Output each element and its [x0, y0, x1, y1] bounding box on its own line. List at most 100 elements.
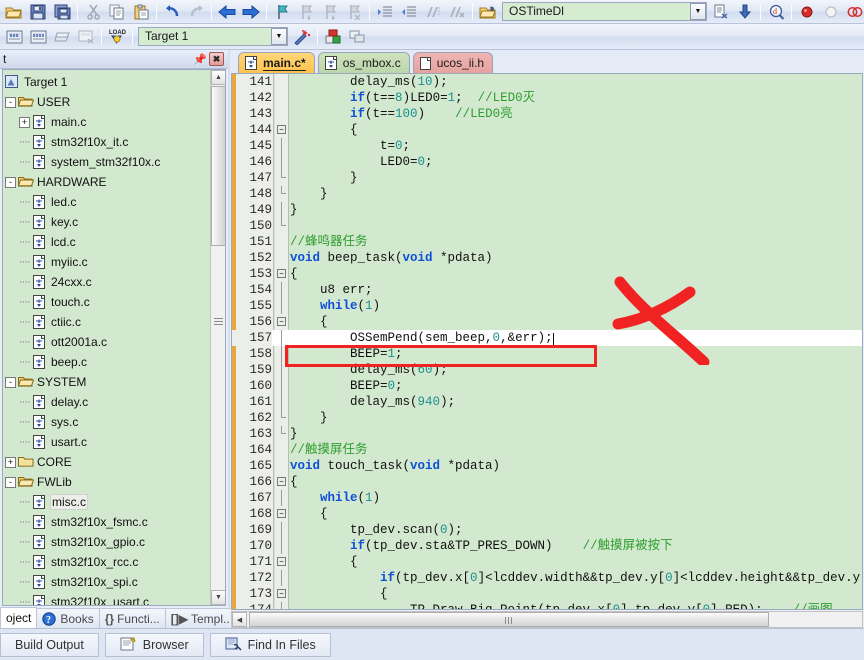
- tree-expander-plus-icon[interactable]: +: [19, 116, 30, 128]
- scroll-down-arrow-icon[interactable]: ▼: [211, 590, 225, 605]
- code-line-152[interactable]: 152 void beep_task(void *pdata): [232, 250, 862, 266]
- code-line-156[interactable]: 156− {: [232, 314, 862, 330]
- function-combo[interactable]: OSTimeDl ▼: [502, 2, 707, 21]
- code-line-167[interactable]: 167 while(1): [232, 490, 862, 506]
- code-line-172[interactable]: 172 if(tp_dev.x[0]<lcddev.width&&tp_dev.…: [232, 570, 862, 586]
- code-line-164[interactable]: 164 //触摸屏任务: [232, 442, 862, 458]
- code-line-157[interactable]: 157 OSSemPend(sem_beep,0,&err);: [232, 330, 862, 346]
- bookmark-toggle-icon[interactable]: [271, 1, 293, 22]
- indent-icon[interactable]: [374, 1, 396, 22]
- uncomment-icon[interactable]: [446, 1, 468, 22]
- fold-collapse-icon[interactable]: −: [277, 477, 286, 486]
- tab-browser[interactable]: Browser: [104, 632, 204, 657]
- scroll-thumb[interactable]: [211, 86, 225, 246]
- tree-item-sys-c[interactable]: ···· sys.c: [3, 412, 210, 432]
- code-line-153[interactable]: 153−{: [232, 266, 862, 282]
- tree-item-ctiic-c[interactable]: ···· ctiic.c: [3, 312, 210, 332]
- editor-tab-main-c[interactable]: main.c*: [238, 52, 315, 73]
- target-combo[interactable]: Target 1 ▼: [138, 27, 288, 46]
- editor-tab-os-mbox-c[interactable]: os_mbox.c: [317, 52, 410, 73]
- tree-item-misc-c[interactable]: ···· misc.c: [3, 492, 210, 512]
- tree-expander-minus-icon[interactable]: -: [5, 176, 16, 188]
- tree-item-lcd-c[interactable]: ···· lcd.c: [3, 232, 210, 252]
- code-line-161[interactable]: 161 delay_ms(940);: [232, 394, 862, 410]
- code-line-151[interactable]: 151 //蜂鸣器任务: [232, 234, 862, 250]
- tree-item-beep-c[interactable]: ···· beep.c: [3, 352, 210, 372]
- code-line-150[interactable]: 150: [232, 218, 862, 234]
- project-tree-scrollbar[interactable]: ▲ ▼: [210, 70, 225, 605]
- redo-icon[interactable]: [185, 1, 207, 22]
- tree-item-delay-c[interactable]: ···· delay.c: [3, 392, 210, 412]
- bookmark-clear-icon[interactable]: [343, 1, 365, 22]
- code-line-154[interactable]: 154 u8 err;: [232, 282, 862, 298]
- fold-collapse-icon[interactable]: −: [277, 509, 286, 518]
- copy-icon[interactable]: [106, 1, 128, 22]
- tree-item-ott2001a-c[interactable]: ···· ott2001a.c: [3, 332, 210, 352]
- code-line-160[interactable]: 160 BEEP=0;: [232, 378, 862, 394]
- tab-build-output[interactable]: Build Output: [0, 632, 99, 657]
- tree-item-led-c[interactable]: ···· led.c: [3, 192, 210, 212]
- tree-expander-minus-icon[interactable]: -: [5, 376, 16, 388]
- code-line-171[interactable]: 171− {: [232, 554, 862, 570]
- code-line-149[interactable]: 149}: [232, 202, 862, 218]
- code-line-162[interactable]: 162 }: [232, 410, 862, 426]
- undo-icon[interactable]: [161, 1, 183, 22]
- pin-icon[interactable]: 📌: [193, 52, 207, 66]
- navigate-forward-icon[interactable]: [240, 1, 262, 22]
- code-line-143[interactable]: 143 if(t==100) //LED0亮: [232, 106, 862, 122]
- code-line-174[interactable]: 174 TP_Draw_Big_Point(tp_dev.x[0],tp_dev…: [232, 602, 862, 609]
- tree-item-stm32f10x-usart-c[interactable]: ···· stm32f10x_usart.c: [3, 592, 210, 605]
- tab-books[interactable]: ? Books: [36, 608, 100, 628]
- manage-multi-project-icon[interactable]: [346, 26, 368, 47]
- code-line-168[interactable]: 168− {: [232, 506, 862, 522]
- tab-functions[interactable]: {} Functi...: [98, 608, 166, 628]
- code-line-146[interactable]: 146 LED0=0;: [232, 154, 862, 170]
- tree-item-system[interactable]: - SYSTEM: [3, 372, 210, 392]
- tree-item-hardware[interactable]: - HARDWARE: [3, 172, 210, 192]
- editor-tab-ucos-ii-h[interactable]: ucos_ii.h: [412, 52, 494, 73]
- code-line-166[interactable]: 166−{: [232, 474, 862, 490]
- tree-item-stm32f10x-it-c[interactable]: ···· stm32f10x_it.c: [3, 132, 210, 152]
- tree-item-key-c[interactable]: ···· key.c: [3, 212, 210, 232]
- fold-collapse-icon[interactable]: −: [277, 317, 286, 326]
- translate-icon[interactable]: [3, 26, 25, 47]
- fold-collapse-icon[interactable]: −: [277, 589, 286, 598]
- code-line-159[interactable]: 159 delay_ms(60);: [232, 362, 862, 378]
- save-all-icon[interactable]: [51, 1, 73, 22]
- code-line-145[interactable]: 145 t=0;: [232, 138, 862, 154]
- code-line-144[interactable]: 144− {: [232, 122, 862, 138]
- editor-horizontal-scrollbar[interactable]: ◀: [231, 611, 863, 628]
- build-icon[interactable]: [27, 26, 49, 47]
- tab-find-in-files[interactable]: Find In Files: [209, 632, 331, 657]
- chevron-down-icon[interactable]: ▼: [690, 3, 706, 20]
- tree-item-fwlib[interactable]: - FWLib: [3, 472, 210, 492]
- tab-project[interactable]: oject: [0, 607, 38, 628]
- tree-item-user[interactable]: - USER: [3, 92, 210, 112]
- tree-expander-minus-icon[interactable]: -: [5, 96, 16, 108]
- code-editor[interactable]: 141 delay_ms(10); 142 if(t==8)LED0=1; //L…: [231, 73, 863, 610]
- navigate-back-icon[interactable]: [216, 1, 238, 22]
- fold-collapse-icon[interactable]: −: [277, 125, 286, 134]
- tree-item-stm32f10x-fsmc-c[interactable]: ···· stm32f10x_fsmc.c: [3, 512, 210, 532]
- tree-expander-minus-icon[interactable]: -: [5, 476, 16, 488]
- tree-item-myiic-c[interactable]: ···· myiic.c: [3, 252, 210, 272]
- tree-item-usart-c[interactable]: ···· usart.c: [3, 432, 210, 452]
- download-to-flash-icon[interactable]: LOAD: [106, 26, 128, 47]
- breakpoint-kill-icon[interactable]: [820, 1, 842, 22]
- code-line-170[interactable]: 170 if(tp_dev.sta&TP_PRES_DOWN) //触摸屏被按下: [232, 538, 862, 554]
- save-icon[interactable]: [27, 1, 49, 22]
- rebuild-icon[interactable]: [51, 26, 73, 47]
- fold-collapse-icon[interactable]: −: [277, 557, 286, 566]
- open-file-icon[interactable]: [3, 1, 25, 22]
- fold-collapse-icon[interactable]: −: [277, 269, 286, 278]
- cut-icon[interactable]: [82, 1, 104, 22]
- breakpoint-disable-icon[interactable]: [844, 1, 864, 22]
- bookmark-next-icon[interactable]: [319, 1, 341, 22]
- tree-item-main-c[interactable]: + main.c: [3, 112, 210, 132]
- comment-icon[interactable]: [422, 1, 444, 22]
- chevron-down-icon[interactable]: ▼: [271, 28, 287, 45]
- project-tree[interactable]: Target 1- USER + main.c ···· stm32f10x_it.c ··…: [2, 69, 226, 606]
- tree-item-stm32f10x-spi-c[interactable]: ···· stm32f10x_spi.c: [3, 572, 210, 592]
- code-line-141[interactable]: 141 delay_ms(10);: [232, 74, 862, 90]
- code-line-173[interactable]: 173− {: [232, 586, 862, 602]
